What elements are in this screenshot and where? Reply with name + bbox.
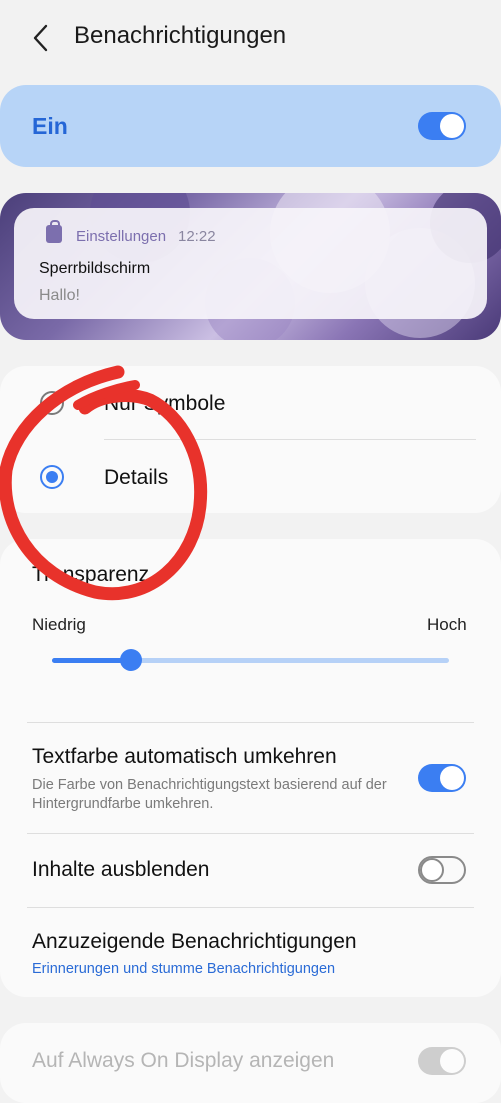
master-toggle[interactable] [418,112,466,140]
option-label: Nur Symbole [104,392,226,415]
chevron-left-icon [33,24,48,52]
hide-content-title: Inhalte ausblenden [32,858,210,881]
master-switch-label: Ein [32,113,68,139]
notification-time: 12:22 [178,228,216,245]
master-switch-bar[interactable]: Ein [0,85,501,167]
invert-text-title: Textfarbe automatisch umkehren [32,745,337,768]
notifications-to-show-title: Anzuzeigende Benachrichtigungen [32,930,357,953]
notification-message: Hallo! [39,287,80,304]
transparency-label: Transparenz [32,563,150,586]
invert-text-row[interactable]: Textfarbe automatisch umkehren Die Farbe… [0,723,501,833]
transparency-slider[interactable] [52,649,449,671]
invert-text-subtitle: Die Farbe von Benachrichtigungstext basi… [32,777,387,812]
transparency-low-label: Niedrig [32,615,86,634]
option-details[interactable]: Details [0,440,501,513]
hide-content-row[interactable]: Inhalte ausblenden [0,834,501,906]
app-header: Benachrichtigungen [0,0,501,78]
hide-content-toggle[interactable] [418,856,466,884]
invert-text-toggle[interactable] [418,764,466,792]
page-title: Benachrichtigungen [74,22,287,49]
option-icons-only[interactable]: Nur Symbole [0,366,501,439]
aod-title: Auf Always On Display anzeigen [32,1049,335,1072]
lock-icon [46,220,62,243]
option-label: Details [104,466,169,489]
notifications-to-show-row[interactable]: Anzuzeigende Benachrichtigungen Erinneru… [0,908,501,994]
style-options-card: Nur Symbole Details [0,366,501,513]
notification-card: Einstellungen 12:22 Sperrbildschirm Hall… [14,208,487,319]
aod-toggle[interactable] [418,1047,466,1075]
notifications-to-show-subtitle: Erinnerungen und stumme Benachrichtigung… [32,961,336,977]
notification-title: Sperrbildschirm [39,260,151,277]
aod-card: Auf Always On Display anzeigen [0,1023,501,1103]
radio-icons-only[interactable] [40,391,64,415]
radio-details[interactable] [40,465,64,489]
back-button[interactable] [24,20,60,56]
transparency-high-label: Hoch [427,615,467,634]
notification-app-name: Einstellungen [76,228,167,245]
notification-preview: Einstellungen 12:22 Sperrbildschirm Hall… [0,193,501,340]
